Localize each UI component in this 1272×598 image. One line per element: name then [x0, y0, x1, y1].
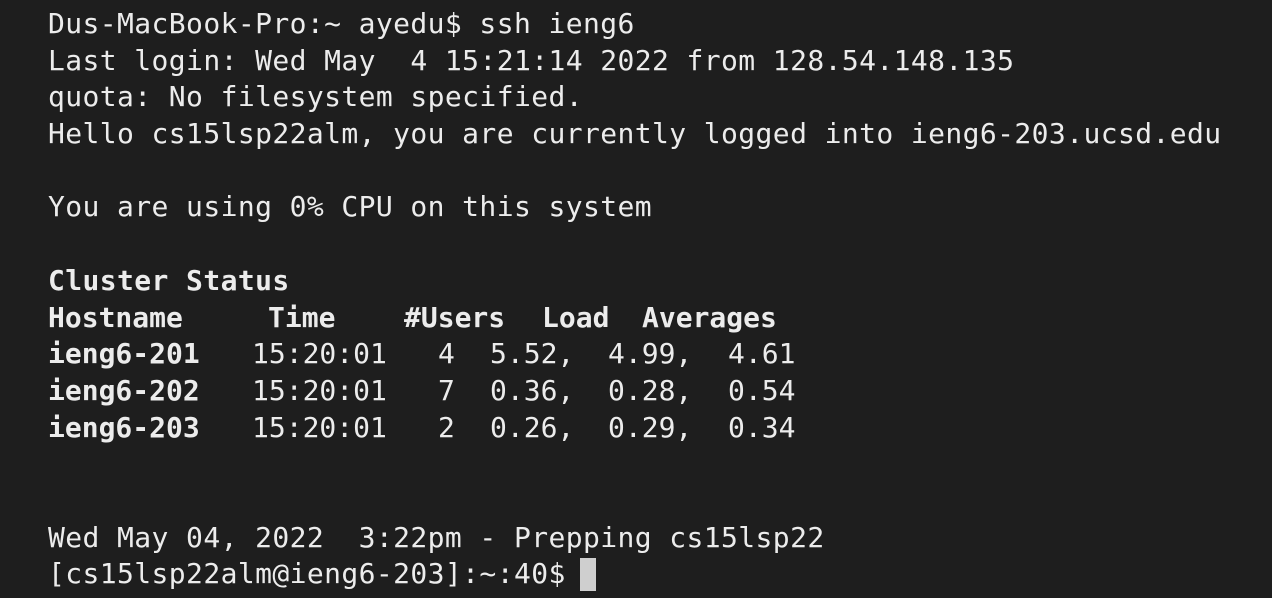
row-load-15: 0.54	[728, 373, 796, 407]
text-cursor	[579, 558, 596, 592]
header-averages: Averages	[642, 300, 777, 334]
terminal-line-date: Wed May 04, 2022 3:22pm - Prepping cs15l…	[48, 520, 825, 554]
cluster-table-header: Hostname Time #Users Load Averages	[48, 300, 1272, 337]
terminal-line-hello: Hello cs15lsp22alm, you are currently lo…	[48, 117, 1222, 151]
row-hostname: ieng6-203	[48, 410, 200, 444]
terminal-line-quota: quota: No filesystem specified.	[48, 80, 583, 114]
cluster-table-row: ieng6-201 15:20:01 4 5.52, 4.99, 4.61	[48, 336, 1272, 373]
row-time: 15:20:01	[252, 373, 387, 407]
row-load-1: 0.36,	[490, 373, 575, 407]
terminal-line-cpu: You are using 0% CPU on this system	[48, 190, 653, 224]
header-time: Time	[268, 300, 336, 334]
cluster-table-row: ieng6-202 15:20:01 7 0.36, 0.28, 0.54	[48, 373, 1272, 410]
header-users: #Users	[404, 300, 506, 334]
row-users: 2	[438, 410, 455, 444]
row-users: 4	[438, 337, 455, 371]
terminal-window[interactable]: Dus-MacBook-Pro:~ ayedu$ ssh ieng6 Last …	[0, 0, 1272, 598]
terminal-line-ssh-command: Dus-MacBook-Pro:~ ayedu$ ssh ieng6	[48, 7, 635, 40]
cluster-status-title: Cluster Status	[48, 263, 290, 297]
row-load-1: 5.52,	[490, 337, 575, 371]
row-load-5: 0.29,	[608, 410, 693, 444]
cluster-table-row: ieng6-203 15:20:01 2 0.26, 0.29, 0.34	[48, 410, 1272, 447]
row-time: 15:20:01	[252, 337, 387, 371]
shell-prompt[interactable]: [cs15lsp22alm@ieng6-203]:~:40$	[48, 556, 1272, 593]
row-hostname: ieng6-201	[48, 337, 200, 371]
row-time: 15:20:01	[252, 410, 387, 444]
row-load-1: 0.26,	[490, 410, 575, 444]
row-load-15: 0.34	[728, 410, 796, 444]
header-load: Load	[542, 300, 610, 334]
row-users: 7	[438, 373, 455, 407]
row-hostname: ieng6-202	[48, 373, 200, 407]
row-load-15: 4.61	[728, 337, 796, 371]
header-hostname: Hostname	[48, 300, 183, 334]
prompt-text: [cs15lsp22alm@ieng6-203]:~:40$	[48, 557, 566, 591]
terminal-line-last-login: Last login: Wed May 4 15:21:14 2022 from…	[48, 43, 1015, 77]
row-load-5: 0.28,	[608, 373, 693, 407]
row-load-5: 4.99,	[608, 337, 693, 371]
